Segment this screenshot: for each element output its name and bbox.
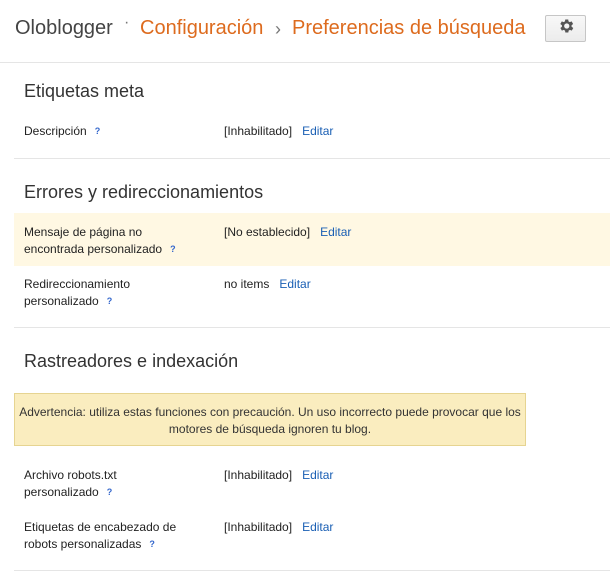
divider (14, 570, 610, 571)
section-title-meta: Etiquetas meta (24, 81, 145, 101)
edit-description-link[interactable]: Editar (302, 124, 333, 138)
page-header: Oloblogger · Configuración › Preferencia… (0, 0, 610, 63)
setting-label-redirects: Redireccionamiento personalizado? (24, 277, 131, 310)
divider (14, 158, 610, 159)
settings-button[interactable] (545, 15, 586, 42)
breadcrumb-separator-arrow: › (275, 19, 281, 39)
help-icon[interactable]: ? (107, 293, 113, 310)
help-icon[interactable]: ? (170, 241, 176, 258)
setting-label-robots-txt: Archivo robots.txt personalizado? (24, 468, 117, 501)
setting-label-robots-tags: Etiquetas de encabezado de robots person… (24, 520, 177, 553)
setting-label-not-found: Mensaje de página no encontrada personal… (24, 225, 176, 258)
setting-label-description: Descripción? (24, 123, 101, 140)
gear-icon (557, 17, 575, 40)
setting-value-robots-tags: [Inhabilitado] Editar (224, 520, 334, 534)
section-title-errors: Errores y redireccionamientos (24, 182, 264, 202)
section-title-crawlers: Rastreadores e indexación (24, 351, 239, 371)
edit-redirects-link[interactable]: Editar (279, 277, 310, 291)
edit-robots-tags-link[interactable]: Editar (302, 520, 333, 534)
warning-banner: Advertencia: utiliza estas funciones con… (14, 393, 526, 446)
blog-name[interactable]: Oloblogger (15, 17, 113, 40)
page-title: Preferencias de búsqueda (292, 17, 526, 39)
help-icon[interactable]: ? (149, 536, 155, 553)
breadcrumb-separator-dot: · (124, 14, 130, 31)
setting-value-description: [Inhabilitado] Editar (224, 124, 334, 138)
setting-value-redirects: no items Editar (224, 277, 311, 291)
help-icon[interactable]: ? (95, 123, 101, 140)
edit-not-found-link[interactable]: Editar (320, 225, 351, 239)
breadcrumb-config[interactable]: Configuración (140, 17, 263, 40)
setting-value-not-found: [No establecido] Editar (224, 225, 352, 239)
setting-value-robots-txt: [Inhabilitado] Editar (224, 468, 334, 482)
help-icon[interactable]: ? (107, 484, 113, 501)
divider (14, 327, 610, 328)
edit-robots-txt-link[interactable]: Editar (302, 468, 333, 482)
